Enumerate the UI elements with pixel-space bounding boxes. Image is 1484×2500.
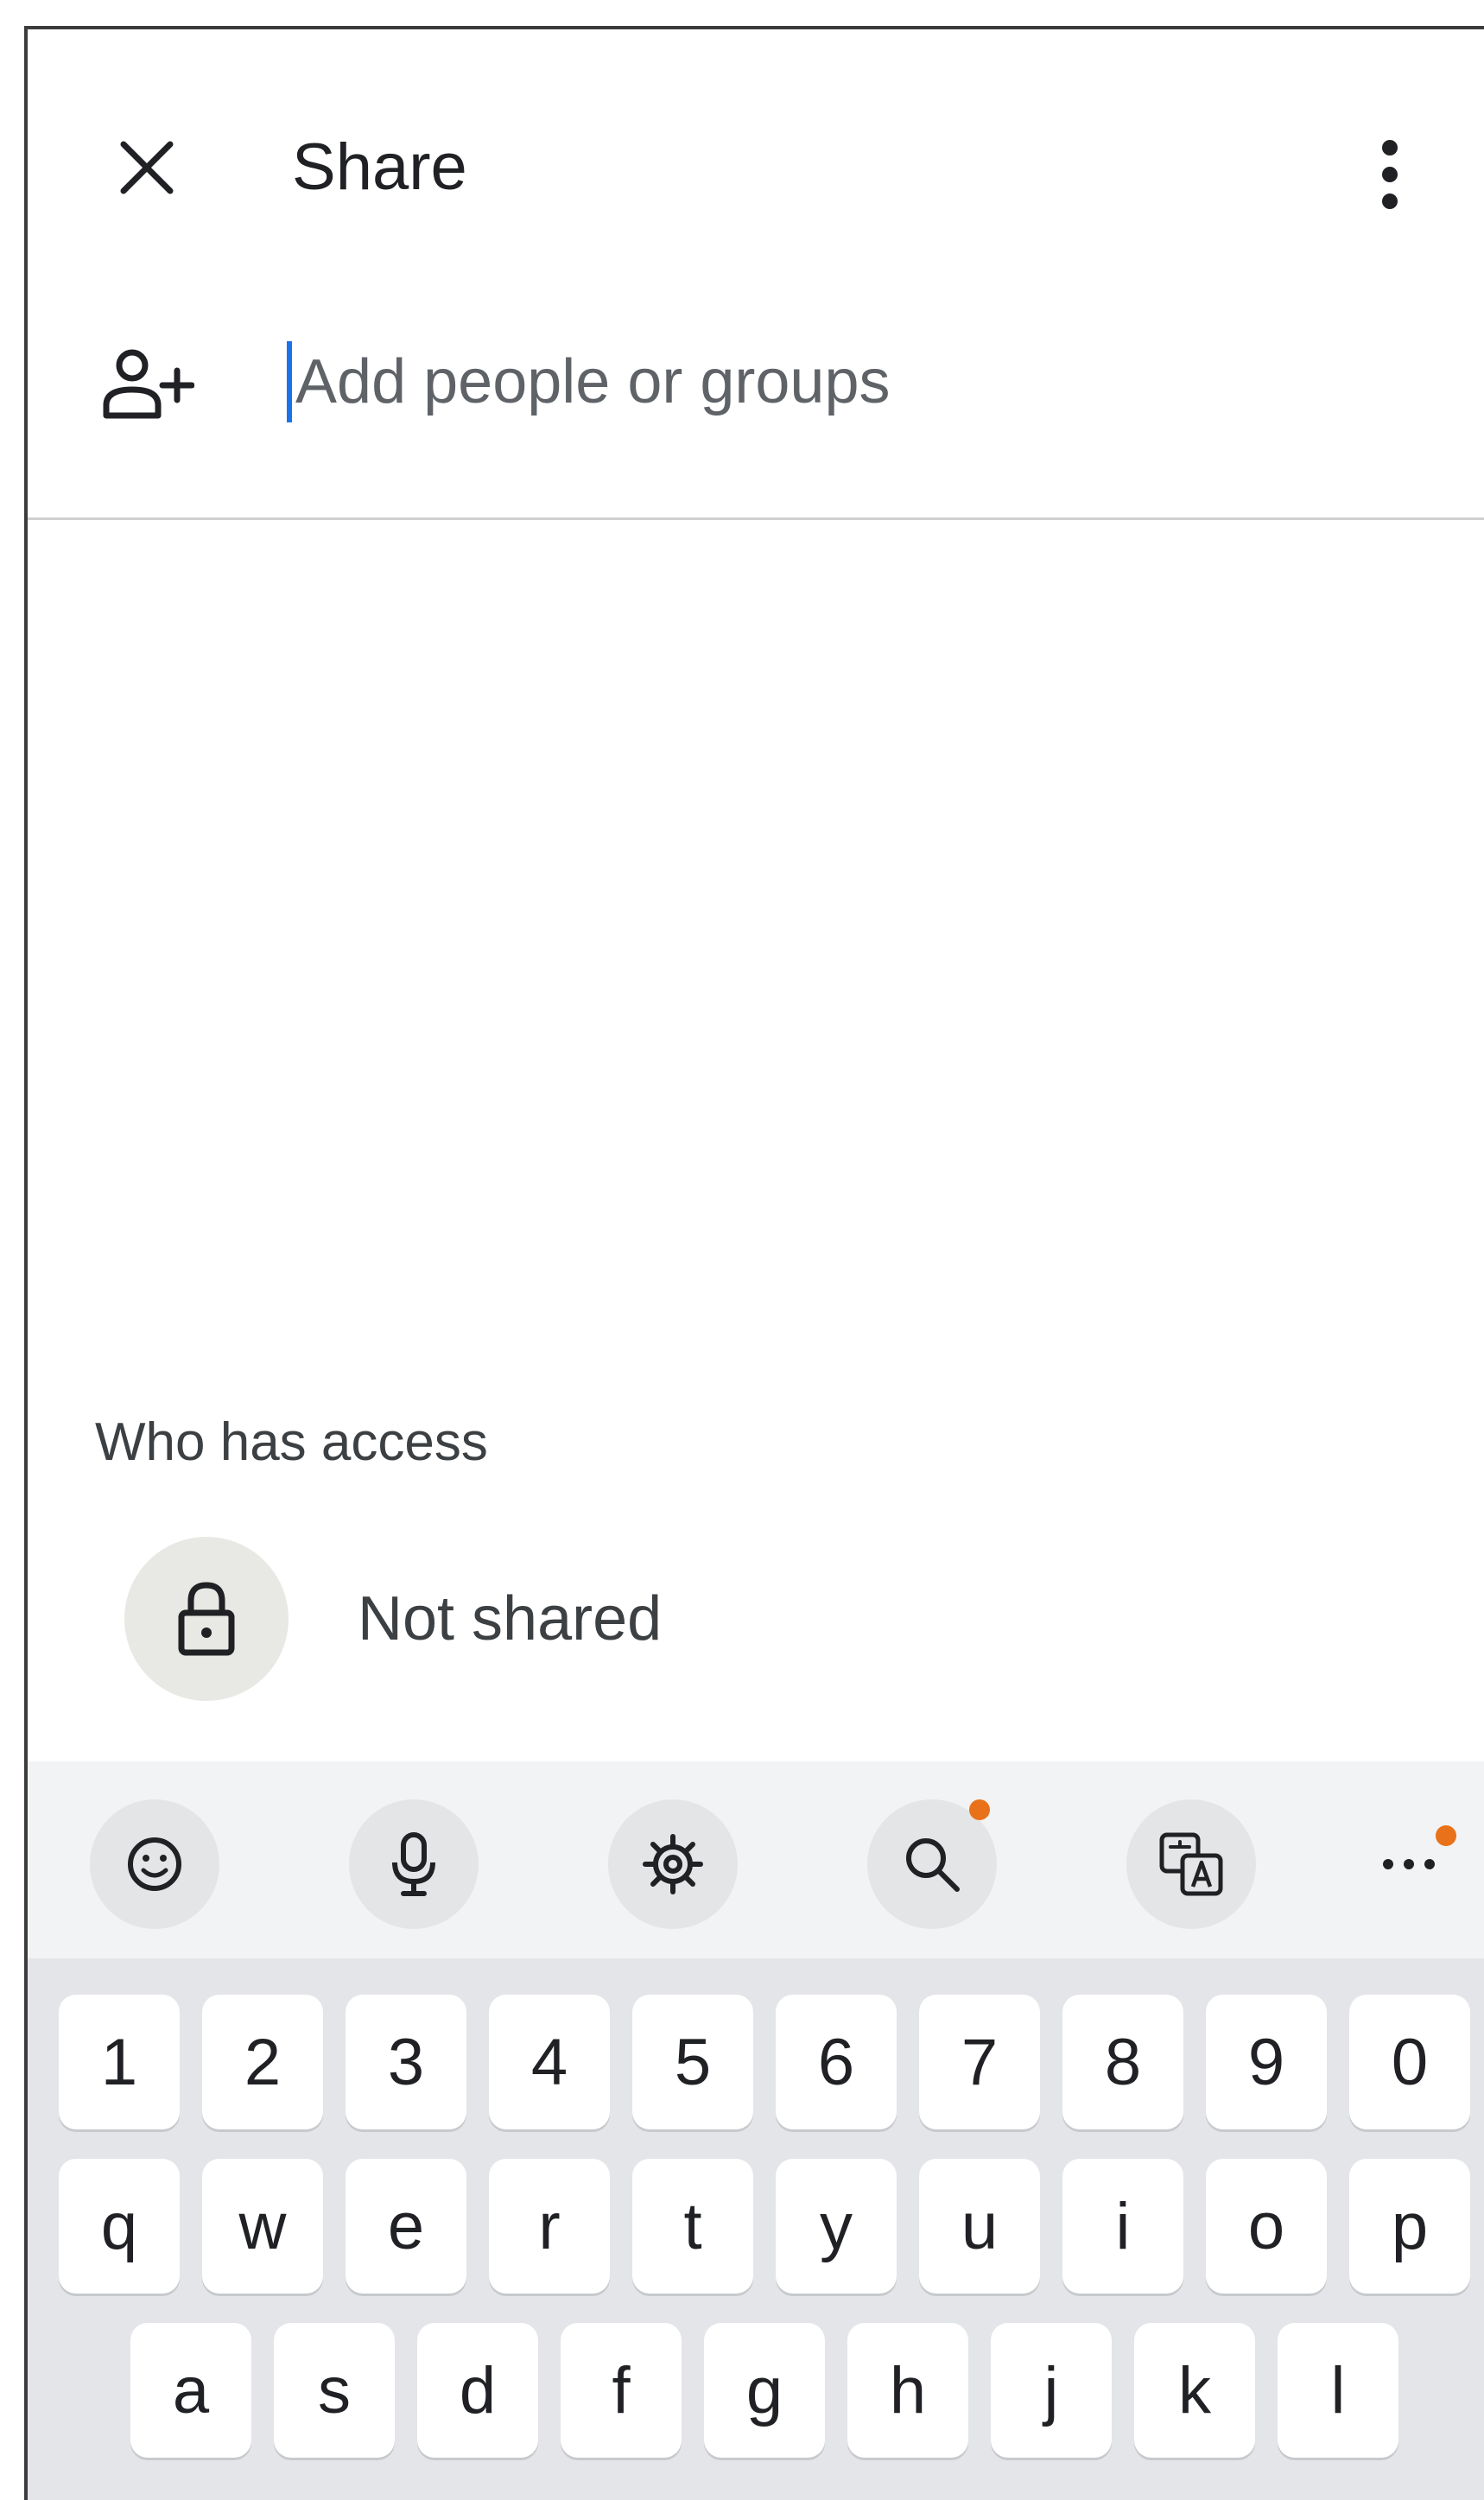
add-people-placeholder: Add people or groups xyxy=(295,347,891,416)
key-d[interactable]: d xyxy=(417,2323,538,2458)
settings-gear-icon xyxy=(643,1834,703,1894)
key-2[interactable]: 2 xyxy=(202,1995,323,2129)
key-i[interactable]: i xyxy=(1062,2159,1183,2294)
key-o[interactable]: o xyxy=(1206,2159,1327,2294)
emoji-icon xyxy=(128,1837,181,1891)
notification-dot xyxy=(1436,1825,1456,1846)
close-icon xyxy=(120,141,174,194)
key-s[interactable]: s xyxy=(274,2323,395,2458)
search-icon xyxy=(906,1838,960,1892)
key-j[interactable]: j xyxy=(991,2323,1112,2458)
voice-input-button[interactable] xyxy=(349,1799,479,1929)
access-status-row[interactable]: Not shared xyxy=(124,1537,662,1701)
page-title: Share xyxy=(292,130,467,204)
key-w[interactable]: w xyxy=(202,2159,323,2294)
access-status-label: Not shared xyxy=(358,1584,663,1653)
share-dialog: Share Add people or groups Who has acces… xyxy=(24,26,1484,2500)
keyboard-toolbar xyxy=(28,1761,1484,1958)
close-button[interactable] xyxy=(105,126,188,209)
text-caret xyxy=(287,341,292,422)
translate-icon xyxy=(1159,1832,1223,1896)
key-3[interactable]: 3 xyxy=(346,1995,466,2129)
microphone-icon xyxy=(392,1832,435,1896)
key-h[interactable]: h xyxy=(847,2323,968,2458)
add-people-input[interactable]: Add people or groups xyxy=(287,339,1392,425)
key-9[interactable]: 9 xyxy=(1206,1995,1327,2129)
key-u[interactable]: u xyxy=(919,2159,1040,2294)
key-8[interactable]: 8 xyxy=(1062,1995,1183,2129)
emoji-button[interactable] xyxy=(90,1799,219,1929)
key-7[interactable]: 7 xyxy=(919,1995,1040,2129)
who-has-access-heading: Who has access xyxy=(95,1412,488,1472)
person-add-icon xyxy=(95,332,199,435)
key-q[interactable]: q xyxy=(59,2159,180,2294)
key-p[interactable]: p xyxy=(1349,2159,1470,2294)
key-g[interactable]: g xyxy=(704,2323,825,2458)
translate-button[interactable] xyxy=(1126,1799,1256,1929)
key-6[interactable]: 6 xyxy=(776,1995,897,2129)
key-k[interactable]: k xyxy=(1134,2323,1255,2458)
more-options-button[interactable] xyxy=(1360,131,1420,218)
more-vertical-icon xyxy=(1382,140,1398,209)
more-tools-button[interactable] xyxy=(1348,1799,1477,1929)
key-y[interactable]: y xyxy=(776,2159,897,2294)
keyboard-settings-button[interactable] xyxy=(608,1799,738,1929)
key-5[interactable]: 5 xyxy=(632,1995,753,2129)
key-1[interactable]: 1 xyxy=(59,1995,180,2129)
key-f[interactable]: f xyxy=(561,2323,682,2458)
notification-dot xyxy=(969,1799,990,1820)
key-t[interactable]: t xyxy=(632,2159,753,2294)
key-e[interactable]: e xyxy=(346,2159,466,2294)
key-r[interactable]: r xyxy=(489,2159,610,2294)
key-0[interactable]: 0 xyxy=(1349,1995,1470,2129)
more-horizontal-icon xyxy=(1383,1859,1435,1869)
search-button[interactable] xyxy=(867,1799,997,1929)
lock-avatar xyxy=(124,1537,289,1701)
divider xyxy=(28,517,1484,520)
lock-icon xyxy=(178,1582,235,1656)
key-4[interactable]: 4 xyxy=(489,1995,610,2129)
key-a[interactable]: a xyxy=(130,2323,251,2458)
key-l[interactable]: l xyxy=(1278,2323,1398,2458)
on-screen-keyboard: 1 2 3 4 5 6 7 8 9 0 q w e r t y u i o p … xyxy=(28,1958,1484,2500)
